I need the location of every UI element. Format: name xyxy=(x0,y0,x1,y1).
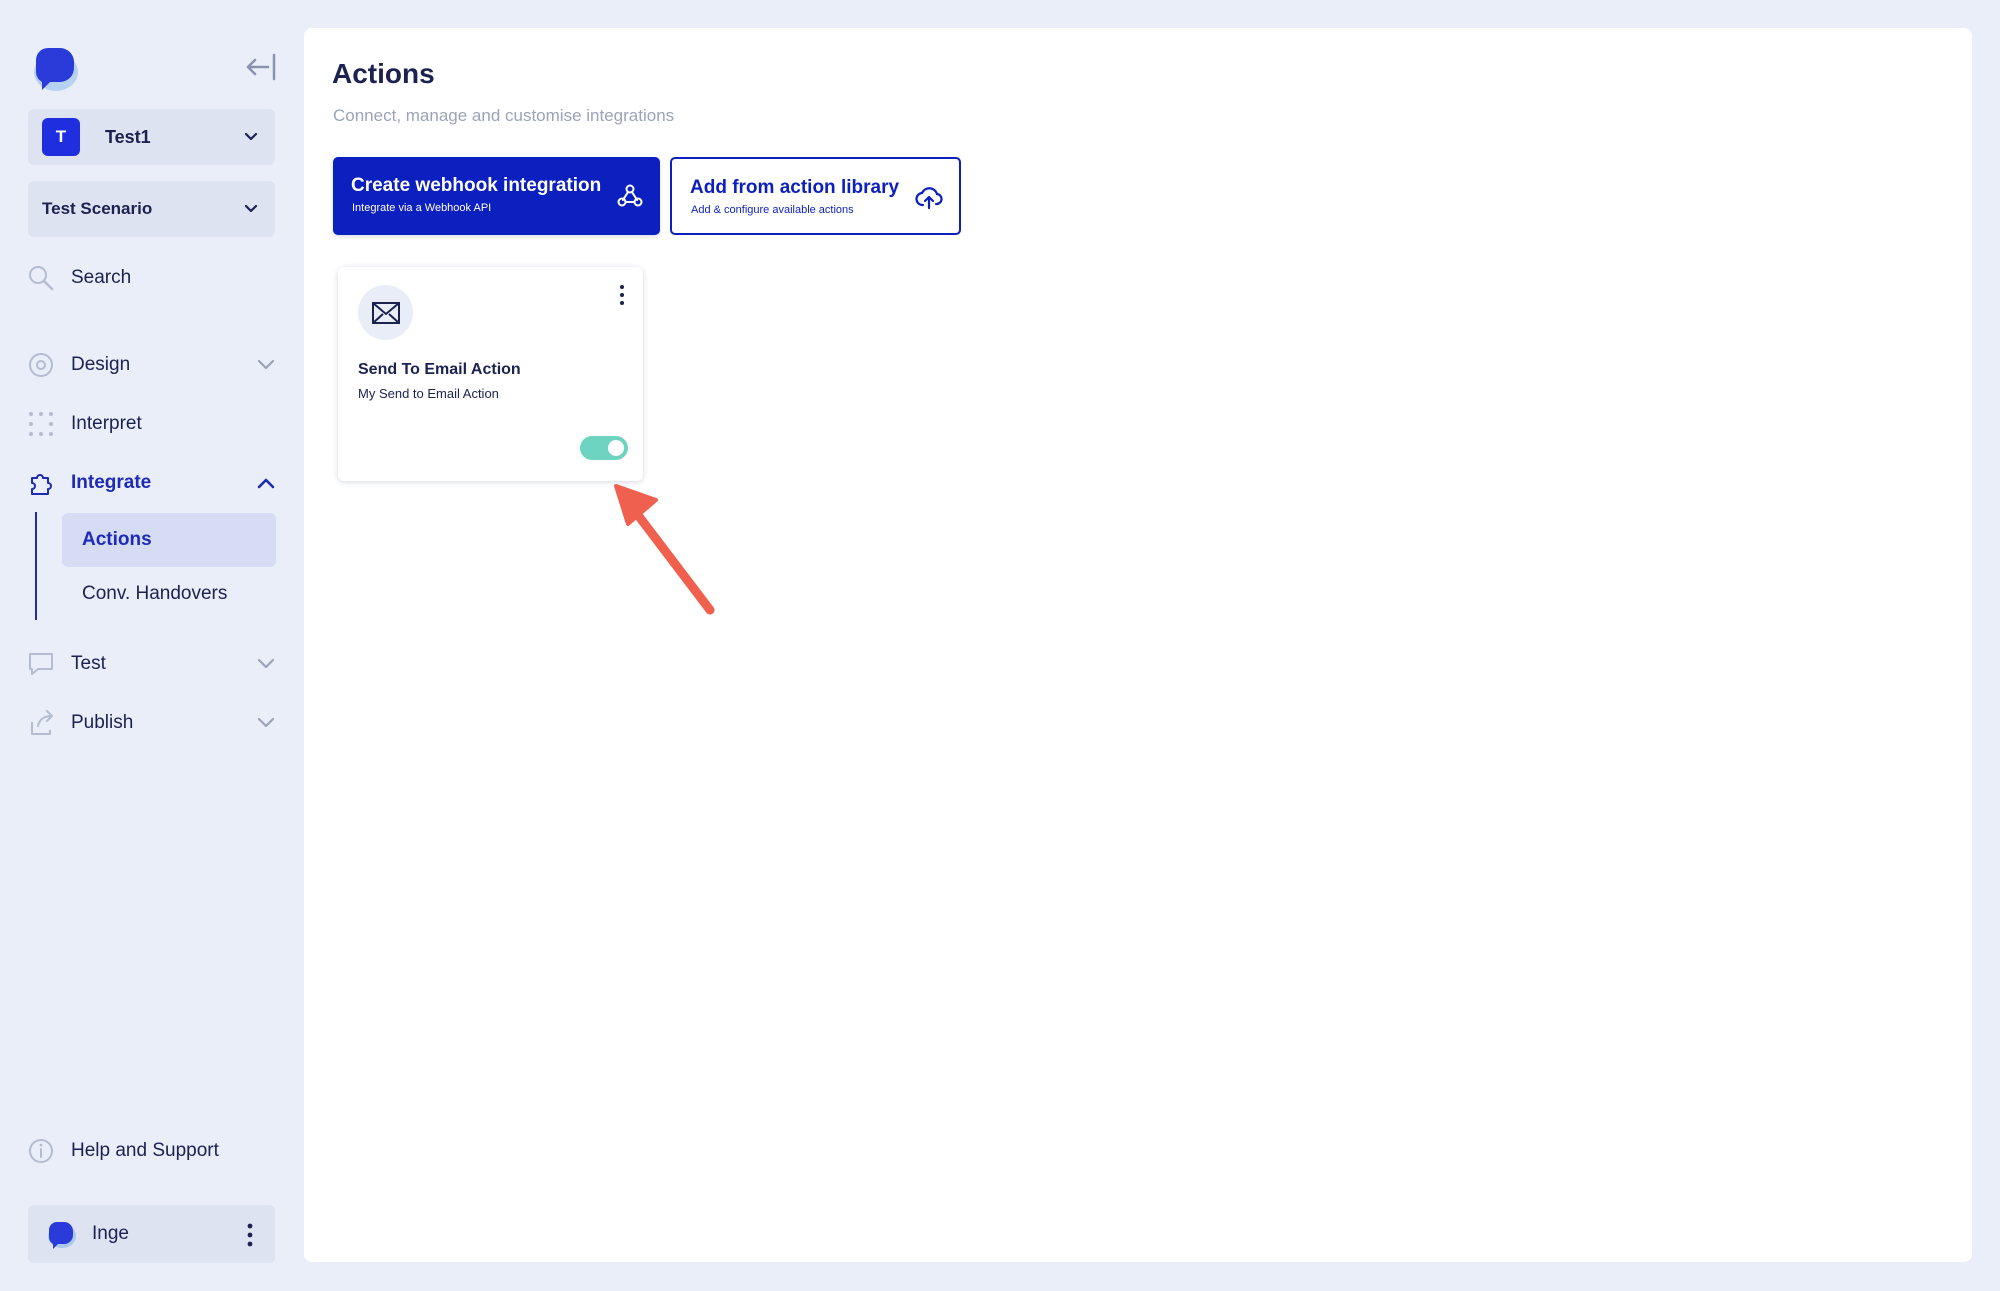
toggle-knob xyxy=(608,440,624,456)
dots-grid-icon xyxy=(29,412,53,436)
subnav-divider xyxy=(35,512,37,620)
sidebar-item-design[interactable]: Design xyxy=(26,345,276,385)
sidebar-item-label: Publish xyxy=(71,712,134,733)
sidebar-item-actions[interactable]: Actions xyxy=(62,513,276,567)
sidebar: T Test1 Test Scenario Search Design Inte… xyxy=(0,0,300,1291)
add-from-library-button[interactable]: Add from action library Add & configure … xyxy=(670,157,961,235)
avatar xyxy=(48,1222,76,1249)
scenario-selector[interactable]: Test Scenario xyxy=(28,181,275,237)
chat-bubble-icon xyxy=(29,653,53,675)
button-title: Add from action library xyxy=(690,177,900,198)
sidebar-item-label: Integrate xyxy=(71,472,152,493)
collapse-sidebar-icon[interactable] xyxy=(244,52,278,82)
main-panel: Actions Connect, manage and customise in… xyxy=(304,28,1972,1262)
more-options-icon[interactable] xyxy=(239,1221,261,1249)
sidebar-item-label: Design xyxy=(71,354,131,375)
sidebar-item-publish[interactable]: Publish xyxy=(26,703,276,743)
workspace-name: Test1 xyxy=(105,126,151,147)
help-label: Help and Support xyxy=(71,1140,219,1161)
annotation-arrow-icon xyxy=(614,484,715,615)
chevron-down-icon xyxy=(257,359,275,370)
button-title: Create webhook integration xyxy=(351,175,602,196)
create-webhook-button[interactable]: Create webhook integration Integrate via… xyxy=(333,157,660,235)
card-icon-container xyxy=(358,285,413,340)
card-more-options-icon[interactable] xyxy=(615,283,629,309)
search-icon xyxy=(29,266,54,291)
action-card[interactable]: Send To Email Action My Send to Email Ac… xyxy=(338,267,643,481)
sidebar-item-handovers[interactable]: Conv. Handovers xyxy=(62,567,276,621)
help-and-support-link[interactable]: Help and Support xyxy=(26,1131,276,1171)
user-name: Inge xyxy=(92,1223,129,1244)
sidebar-item-test[interactable]: Test xyxy=(26,644,276,684)
card-title: Send To Email Action xyxy=(358,361,521,378)
app-logo-icon xyxy=(34,48,78,91)
envelope-icon xyxy=(371,301,400,324)
chevron-up-icon xyxy=(257,478,275,489)
info-icon xyxy=(29,1139,53,1163)
sidebar-item-search[interactable]: Search xyxy=(26,258,276,298)
sidebar-item-label: Test xyxy=(71,653,106,674)
page-title: Actions xyxy=(332,58,435,89)
cloud-upload-icon xyxy=(915,187,943,210)
page-subtitle: Connect, manage and customise integratio… xyxy=(333,106,675,125)
workspace-badge: T xyxy=(42,118,80,156)
scenario-name: Test Scenario xyxy=(42,199,153,218)
chevron-down-icon xyxy=(257,658,275,669)
sidebar-item-integrate[interactable]: Integrate xyxy=(26,463,276,503)
button-description: Integrate via a Webhook API xyxy=(352,202,492,214)
button-description: Add & configure available actions xyxy=(691,204,854,216)
chevron-down-icon xyxy=(244,204,258,213)
sidebar-item-label: Search xyxy=(71,267,132,288)
chevron-down-icon xyxy=(257,717,275,728)
sidebar-item-interpret[interactable]: Interpret xyxy=(26,404,276,444)
sidebar-item-label: Interpret xyxy=(71,413,142,434)
action-enabled-toggle[interactable] xyxy=(580,436,628,460)
palette-icon xyxy=(29,353,53,377)
share-icon xyxy=(31,710,53,735)
webhook-icon xyxy=(617,184,643,207)
workspace-selector[interactable]: T Test1 xyxy=(28,109,275,165)
card-description: My Send to Email Action xyxy=(358,386,499,401)
puzzle-icon xyxy=(31,474,52,495)
chevron-down-icon xyxy=(244,132,258,141)
user-menu[interactable]: Inge xyxy=(28,1205,275,1263)
